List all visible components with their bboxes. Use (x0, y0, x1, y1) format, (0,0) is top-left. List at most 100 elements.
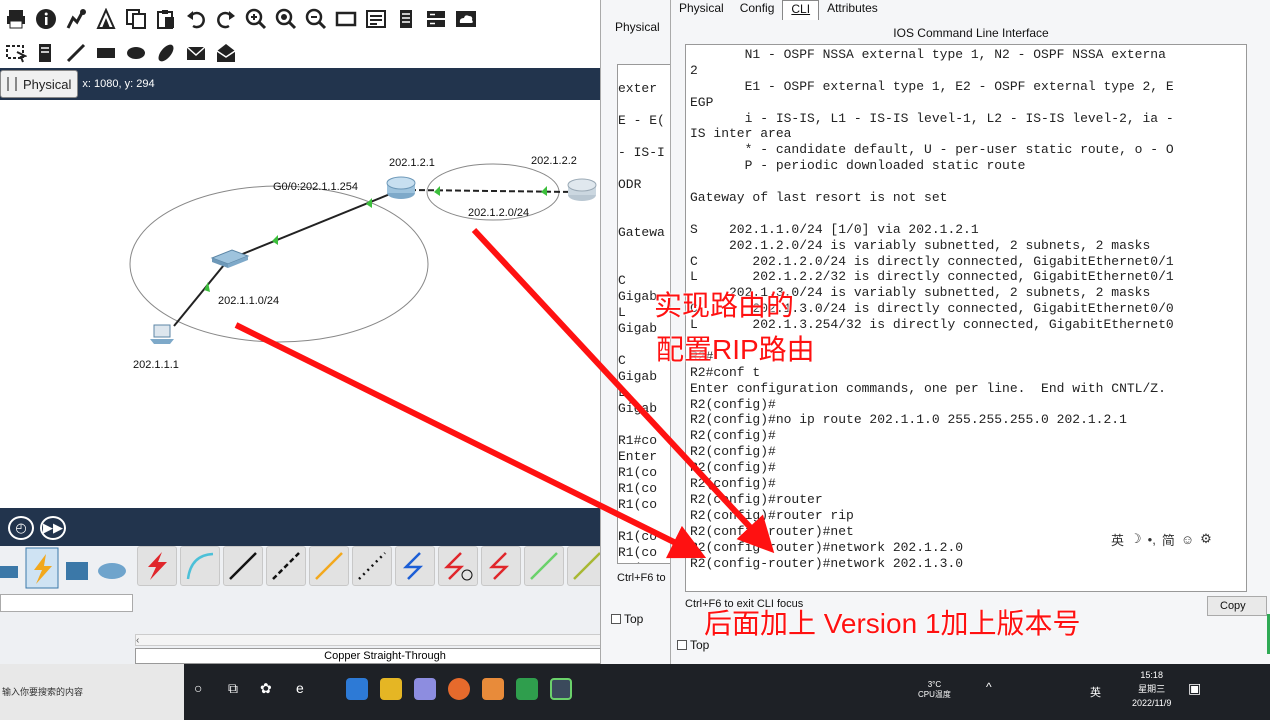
r2-top-checkbox[interactable]: Top (677, 638, 709, 652)
pc-icon[interactable] (150, 324, 174, 344)
undo-icon[interactable] (184, 7, 208, 31)
redo-icon[interactable] (214, 7, 238, 31)
cli-line: R2(config)# (690, 428, 776, 444)
tab-cli[interactable]: CLI (782, 0, 820, 20)
r1-cli-line: C (618, 273, 626, 288)
fast-forward-icon[interactable]: ▶▶ (40, 516, 66, 540)
drawing-toolbar (0, 38, 238, 68)
firefox-icon[interactable] (448, 678, 470, 700)
notes-icon[interactable] (394, 7, 418, 31)
paste-icon[interactable] (154, 7, 178, 31)
serial-dte-cable-icon[interactable] (481, 546, 521, 586)
print-icon[interactable] (4, 7, 28, 31)
r1-physical-tab[interactable]: Physical (615, 20, 660, 34)
app-icon-3[interactable] (516, 678, 538, 700)
taskbar-search-field[interactable]: 输入你要搜索的内容 (0, 664, 184, 720)
gear-icon[interactable]: ⚙ (1200, 531, 1212, 547)
r1-cli-line (618, 241, 674, 257)
lan-network-label: 202.1.1.0/24 (218, 295, 280, 307)
weather-widget[interactable]: 3°C CPU温度 (918, 680, 951, 700)
octal-cable-icon[interactable] (524, 546, 564, 586)
chevron-up-icon[interactable]: ^ (986, 680, 992, 694)
edge-icon[interactable] (346, 678, 368, 700)
device-search-field[interactable] (0, 594, 133, 612)
custom-device-icon[interactable] (364, 7, 388, 31)
copy-button[interactable]: Copy (1207, 596, 1267, 616)
clock-weekday: 星期三 (1138, 684, 1166, 694)
r1-cli-line: R1(co (618, 561, 674, 563)
tab-attributes[interactable]: Attributes (819, 0, 886, 20)
straight-through-cable-icon[interactable] (223, 546, 263, 586)
task-view-icon[interactable]: ⧉ (228, 680, 238, 697)
tray-clock[interactable]: 15:18 星期三 2022/11/9 (1132, 668, 1171, 710)
network-wizard-icon[interactable] (64, 7, 88, 31)
browser-icon[interactable]: e (296, 680, 304, 696)
physical-workspace-tab[interactable]: Physical (0, 70, 79, 98)
inspect-icon[interactable] (34, 41, 58, 65)
ime-mode[interactable]: 简 (1162, 530, 1175, 549)
cli-line: EGP (690, 94, 714, 110)
r1-cli-line: L (618, 305, 626, 320)
end-device-category-icon[interactable] (0, 566, 18, 578)
phone-cable-icon[interactable] (352, 546, 392, 586)
simple-pdu-icon[interactable] (184, 41, 208, 65)
app-icon-2[interactable] (482, 678, 504, 700)
cli-line: i - IS-IS, L1 - IS-IS level-1, L2 - IS-I… (690, 110, 1174, 126)
tray-language[interactable]: 英 (1090, 684, 1101, 700)
cloud-icon[interactable] (454, 7, 478, 31)
pc-switch-link[interactable] (173, 259, 229, 327)
cli-line: R2(config)# (690, 476, 776, 492)
horizontal-scrollbar[interactable]: ‹ (135, 634, 635, 646)
packet-tracer-taskbar-icon[interactable] (550, 678, 572, 700)
r1-cli-line: ODR (618, 177, 642, 192)
r1-cli-line: R1(co (618, 481, 658, 496)
drawing-palette-icon[interactable] (334, 7, 358, 31)
emoji-icon[interactable]: ☺ (1181, 532, 1194, 547)
freeform-tool-icon[interactable] (154, 41, 178, 65)
moon-icon[interactable]: ☽ (1130, 531, 1142, 547)
crossover-cable-icon[interactable] (266, 546, 306, 586)
logical-workspace-canvas[interactable]: G0/0:202.1.1.254 202.1.2.1 202.1.2.2 202… (0, 100, 604, 500)
cortana-icon[interactable]: ○ (194, 680, 202, 696)
switch-icon[interactable] (210, 249, 250, 268)
router-r2-icon[interactable] (567, 178, 597, 201)
multiuser-category-icon[interactable] (98, 563, 126, 579)
coaxial-cable-icon[interactable] (395, 546, 435, 586)
punctuation-icon[interactable]: •, (1148, 532, 1156, 547)
r1-cli-terminal[interactable]: exter E - E(- IS-I ODR Gatewa C Gigab L Gigab C G… (617, 64, 675, 564)
complex-pdu-icon[interactable] (214, 41, 238, 65)
zoom-in-icon[interactable] (244, 7, 268, 31)
fiber-cable-icon[interactable] (309, 546, 349, 586)
store-icon[interactable] (414, 678, 436, 700)
server-icon[interactable] (424, 7, 448, 31)
zoom-out-icon[interactable] (304, 7, 328, 31)
r1-top-checkbox[interactable]: Top (611, 612, 643, 626)
ellipse-tool-icon[interactable] (124, 41, 148, 65)
r2-cli-terminal[interactable]: N1 - OSPF NSSA external type 1, N2 - OSP… (685, 44, 1247, 592)
cli-line: N1 - OSPF NSSA external type 1, N2 - OSP… (690, 47, 1166, 62)
zoom-reset-icon[interactable] (274, 7, 298, 31)
copy-icon[interactable] (124, 7, 148, 31)
r1-cli-line: R1(co (618, 465, 658, 480)
r1-cli-line (618, 513, 674, 529)
rectangle-tool-icon[interactable] (94, 41, 118, 65)
misc-category-icon[interactable] (66, 562, 88, 580)
notification-icon[interactable]: ▣ (1188, 680, 1201, 697)
console-cable-icon[interactable] (180, 546, 220, 586)
serial-dce-cable-icon[interactable] (438, 546, 478, 586)
file-explorer-icon[interactable] (380, 678, 402, 700)
info-icon[interactable] (34, 7, 58, 31)
ime-lang[interactable]: 英 (1111, 530, 1124, 549)
tab-config[interactable]: Config (732, 0, 783, 20)
router-r1-icon[interactable] (386, 176, 416, 199)
select-icon[interactable] (4, 41, 28, 65)
automatic-cable-icon[interactable] (137, 546, 177, 586)
tab-physical[interactable]: Physical (671, 0, 732, 20)
r2-tab-bar: Physical Config CLI Attributes (671, 0, 886, 20)
line-tool-icon[interactable] (64, 41, 88, 65)
app-icon[interactable]: ✿ (260, 680, 272, 697)
realtime-clock-icon[interactable]: ◴ (8, 516, 34, 540)
cli-line: 202.1.2.0/24 is variably subnetted, 2 su… (690, 237, 1151, 253)
activity-wizard-icon[interactable] (94, 7, 118, 31)
cli-line: R2(config)#router (690, 491, 823, 507)
